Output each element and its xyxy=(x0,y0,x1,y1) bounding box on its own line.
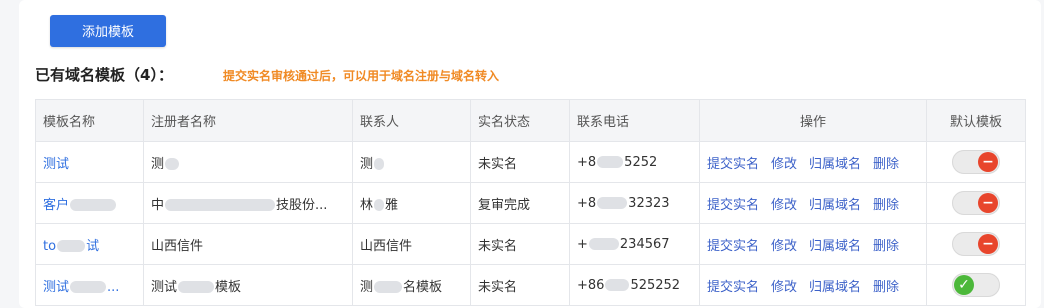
verify-status: 复审完成 xyxy=(470,182,570,224)
table-row: 测试... 测试 模板 测 名模板 未实名 +86 525252 提交实名 修改 归属域名… xyxy=(35,264,1026,306)
masked-text xyxy=(597,197,628,209)
table-row: 客户 中技股份... 林雅 复审完成 +8 32323 提交实名 修改 归属域名 删除 … xyxy=(35,182,1026,224)
contact-name: 测 xyxy=(360,279,374,295)
submit-verification-link[interactable]: 提交实名 xyxy=(707,198,759,213)
submit-verification-link[interactable]: 提交实名 xyxy=(707,239,759,254)
delete-link[interactable]: 删除 xyxy=(873,157,899,172)
phone-suffix: 32323 xyxy=(628,195,670,211)
phone-suffix: 234567 xyxy=(619,236,670,252)
section-title: 已有域名模板（4）： xyxy=(35,66,173,84)
masked-text xyxy=(374,199,385,211)
minus-icon: − xyxy=(978,193,998,213)
default-template-toggle[interactable]: − xyxy=(952,232,1000,256)
add-template-button[interactable]: 添加模板 xyxy=(50,15,166,47)
registrant-name: 山西信件 xyxy=(143,223,353,265)
delete-link[interactable]: 删除 xyxy=(873,239,899,254)
col-template-name: 模板名称 xyxy=(35,99,144,142)
verify-status: 未实名 xyxy=(470,264,570,306)
table-row: 测试 测 测 未实名 +8 5252 提交实名 修改 归属域名 删除 − xyxy=(35,141,1026,183)
delete-link[interactable]: 删除 xyxy=(873,198,899,213)
edit-link[interactable]: 修改 xyxy=(771,198,797,213)
minus-icon: − xyxy=(978,234,998,254)
masked-text xyxy=(178,281,215,293)
submit-verification-link[interactable]: 提交实名 xyxy=(707,157,759,172)
edit-link[interactable]: 修改 xyxy=(771,280,797,295)
verify-status: 未实名 xyxy=(470,223,570,265)
col-actions: 操作 xyxy=(699,99,927,142)
default-template-toggle[interactable]: ✓ xyxy=(952,273,1000,297)
contact-name: 林 xyxy=(360,197,374,213)
masked-text xyxy=(70,199,117,211)
col-phone: 联系电话 xyxy=(569,99,700,142)
template-name-link[interactable]: 客户 xyxy=(43,198,69,213)
registrant-name: 测试 xyxy=(151,279,178,295)
owned-domains-link[interactable]: 归属域名 xyxy=(809,280,861,295)
template-table: 模板名称 注册者名称 联系人 实名状态 联系电话 操作 默认模板 测试 测 测 … xyxy=(35,99,1026,306)
registrant-name: 中 xyxy=(151,197,165,213)
edit-link[interactable]: 修改 xyxy=(771,239,797,254)
masked-text xyxy=(165,199,276,211)
template-name-suffix[interactable]: ... xyxy=(107,280,119,295)
masked-text xyxy=(70,281,107,293)
col-verify-status: 实名状态 xyxy=(470,99,570,142)
verify-status: 未实名 xyxy=(470,141,570,183)
table-row: to 试 山西信件 山西信件 未实名 +234567 提交实名 修改 归属域名 删除 − xyxy=(35,223,1026,265)
phone-suffix: 5252 xyxy=(624,154,658,170)
phone-prefix: +8 xyxy=(577,154,597,170)
registrant-name-suffix: 模板 xyxy=(215,279,242,295)
verification-hint: 提交实名审核通过后，可以用于域名注册与域名转入 xyxy=(223,69,500,83)
delete-link[interactable]: 删除 xyxy=(873,280,899,295)
phone-prefix: +86 xyxy=(577,277,605,293)
check-icon: ✓ xyxy=(954,275,974,295)
masked-text xyxy=(374,281,403,293)
template-name-link[interactable]: 测试 xyxy=(43,280,69,295)
masked-text xyxy=(165,158,180,170)
template-name-link[interactable]: 测试 xyxy=(43,157,69,172)
phone-prefix: + xyxy=(577,236,588,252)
edit-link[interactable]: 修改 xyxy=(771,157,797,172)
default-template-toggle[interactable]: − xyxy=(952,191,1000,215)
owned-domains-link[interactable]: 归属域名 xyxy=(809,239,861,254)
phone-suffix: 525252 xyxy=(630,277,681,293)
phone-prefix: +8 xyxy=(577,195,597,211)
template-name-suffix[interactable]: 试 xyxy=(86,239,99,254)
masked-text xyxy=(597,156,624,168)
template-name-link[interactable]: to xyxy=(43,239,56,254)
masked-text xyxy=(588,238,619,250)
owned-domains-link[interactable]: 归属域名 xyxy=(809,198,861,213)
owned-domains-link[interactable]: 归属域名 xyxy=(809,157,861,172)
contact-name-suffix: 雅 xyxy=(385,197,399,213)
col-contact: 联系人 xyxy=(352,99,471,142)
minus-icon: − xyxy=(978,152,998,172)
masked-text xyxy=(374,158,385,170)
col-registrant-name: 注册者名称 xyxy=(143,99,353,142)
contact-name: 测 xyxy=(360,156,374,172)
masked-text xyxy=(57,240,86,252)
registrant-name-suffix: 技股份... xyxy=(276,197,328,213)
col-default-template: 默认模板 xyxy=(926,99,1026,142)
masked-text xyxy=(605,279,630,291)
submit-verification-link[interactable]: 提交实名 xyxy=(707,280,759,295)
default-template-toggle[interactable]: − xyxy=(952,150,1000,174)
contact-name-suffix: 名模板 xyxy=(403,279,443,295)
contact-name: 山西信件 xyxy=(352,223,471,265)
table-header-row: 模板名称 注册者名称 联系人 实名状态 联系电话 操作 默认模板 xyxy=(35,99,1026,142)
registrant-name: 测 xyxy=(151,156,165,172)
